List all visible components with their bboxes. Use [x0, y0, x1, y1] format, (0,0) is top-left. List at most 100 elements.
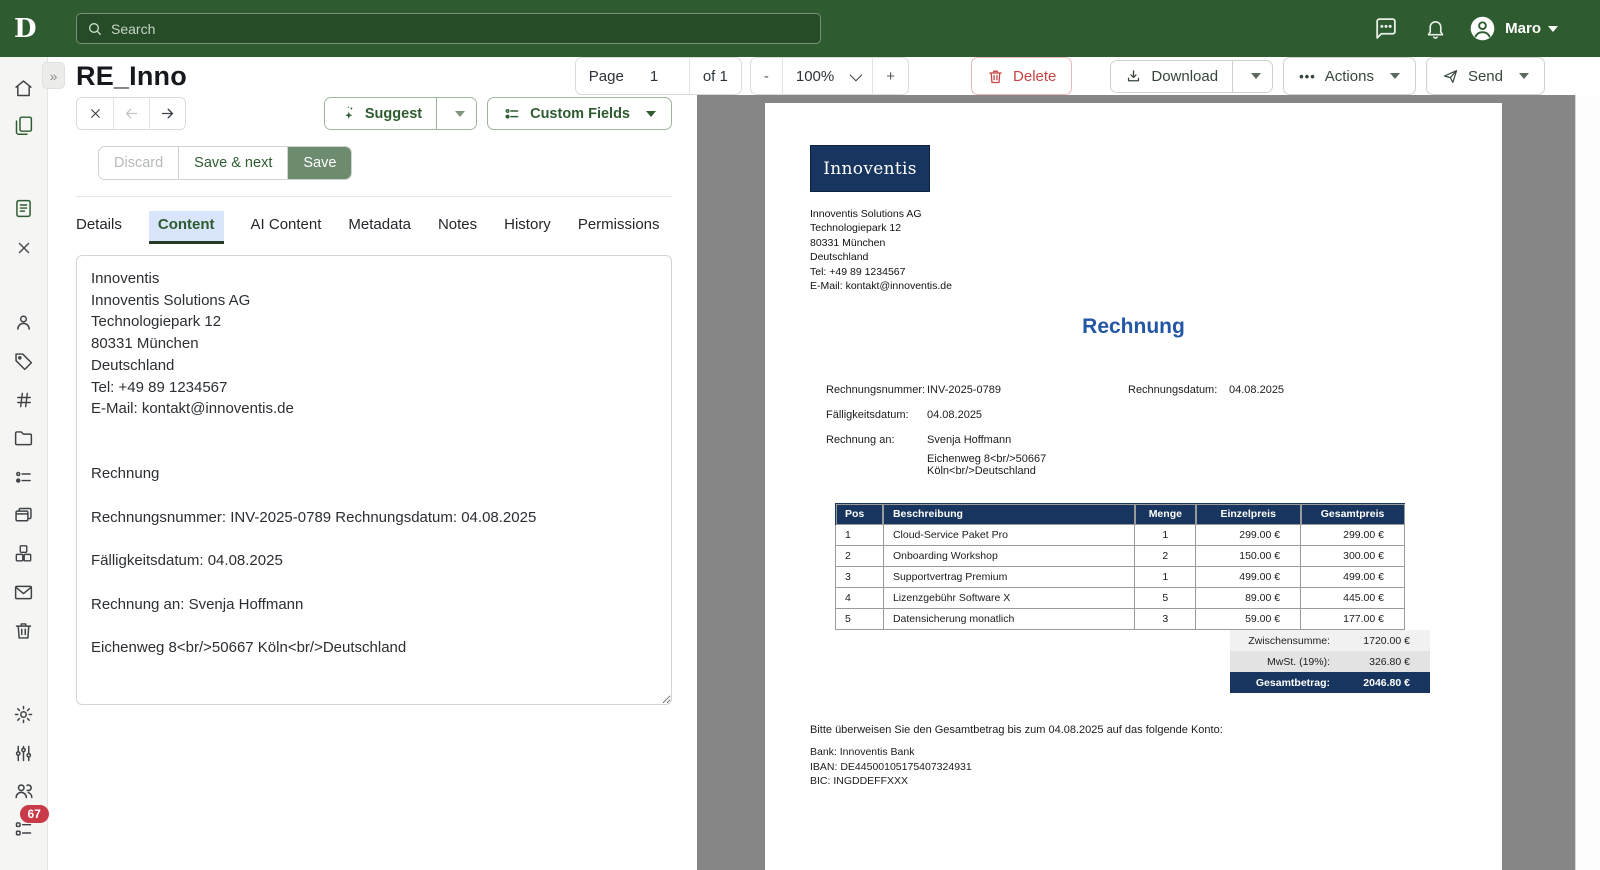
delete-button[interactable]: Delete	[971, 57, 1073, 95]
delete-label: Delete	[1013, 67, 1057, 85]
tab-history[interactable]: History	[504, 211, 551, 241]
search-input[interactable]	[111, 20, 810, 37]
sidebar-expand-button[interactable]: »	[42, 62, 65, 89]
app-logo[interactable]: D	[14, 16, 48, 42]
save-and-next-button[interactable]: Save & next	[178, 147, 288, 179]
cell: 59.00 €	[1195, 608, 1302, 631]
windows-icon[interactable]	[8, 500, 40, 530]
total-label: Gesamtbetrag:	[1255, 676, 1330, 689]
field-value: 04.08.2025	[1229, 383, 1285, 396]
company-logo: Innoventis	[810, 145, 930, 192]
user-menu[interactable]: Maro	[1469, 15, 1558, 42]
actions-button[interactable]: ••• Actions	[1283, 57, 1416, 95]
suggest-options-button[interactable]	[436, 98, 477, 129]
close-panel-icon[interactable]	[8, 233, 40, 263]
notifications-bell-icon[interactable]	[1424, 16, 1447, 42]
download-label: Download	[1151, 67, 1219, 85]
download-button[interactable]: Download	[1111, 60, 1233, 92]
arrow-left-icon	[125, 108, 138, 119]
avatar-icon	[1469, 15, 1496, 42]
discard-button[interactable]: Discard	[99, 147, 179, 179]
custom-fields-button[interactable]: Custom Fields	[487, 97, 672, 130]
caret-down-icon	[646, 110, 656, 117]
tab-content[interactable]: Content	[148, 211, 224, 241]
col-header: Menge	[1134, 503, 1197, 526]
users-icon[interactable]	[8, 776, 40, 806]
mail-icon[interactable]	[8, 577, 40, 607]
arrow-right-icon	[161, 108, 174, 119]
hash-icon[interactable]	[8, 385, 40, 415]
col-header: Einzelpreis	[1195, 503, 1302, 526]
company-logo-text: Innoventis	[823, 158, 917, 179]
cell: 3	[835, 566, 884, 589]
modules-icon[interactable]	[8, 538, 40, 568]
viewer-scrollbar-track[interactable]	[1575, 95, 1600, 870]
cell: 499.00 €	[1195, 566, 1302, 589]
cell: Supportvertrag Premium	[882, 566, 1136, 589]
messages-icon[interactable]	[1373, 16, 1398, 42]
caret-down-icon	[1389, 73, 1400, 79]
chevron-down-icon	[849, 68, 863, 81]
content-textarea[interactable]: Innoventis Innoventis Solutions AG Techn…	[76, 255, 672, 705]
contacts-icon[interactable]	[8, 307, 40, 337]
actions-label: Actions	[1324, 67, 1374, 85]
custom-fields-icon	[505, 108, 519, 119]
tab-metadata[interactable]: Metadata	[348, 211, 411, 241]
custom-fields-label: Custom Fields	[530, 105, 630, 122]
tag-icon[interactable]	[8, 346, 40, 376]
document-note-icon[interactable]	[8, 193, 40, 223]
previous-record-button[interactable]	[113, 98, 149, 129]
tab-permissions[interactable]: Permissions	[578, 211, 660, 241]
cell: Cloud-Service Paket Pro	[882, 524, 1136, 547]
topbar: D Maro	[0, 0, 1600, 57]
close-icon	[90, 109, 100, 118]
user-menu-caret-icon	[1548, 25, 1558, 32]
page-number-input[interactable]	[636, 58, 689, 94]
field-value: Eichenweg 8<br/>50667 Köln<br/>Deutschla…	[927, 452, 1047, 477]
total-value: 326.80 €	[1369, 655, 1410, 668]
zoom-out-button[interactable]: -	[750, 58, 782, 94]
cell: Onboarding Workshop	[882, 545, 1136, 568]
folder-icon[interactable]	[8, 423, 40, 453]
save-button[interactable]: Save	[287, 147, 352, 179]
tasks-icon[interactable]: 67	[8, 805, 49, 844]
cell: Datensicherung monatlich	[882, 608, 1136, 631]
tab-notes[interactable]: Notes	[438, 211, 477, 241]
zoom-in-button[interactable]: +	[872, 58, 909, 94]
search-icon	[87, 21, 103, 37]
cell: 299.00 €	[1195, 524, 1302, 547]
table-row: 3 Supportvertrag Premium 1 499.00 € 499.…	[835, 566, 1405, 589]
company-line: Innoventis Solutions AG	[810, 208, 922, 220]
table-row: 2 Onboarding Workshop 2 150.00 € 300.00 …	[835, 545, 1405, 568]
company-line: 80331 München	[810, 236, 886, 249]
send-button[interactable]: Send	[1425, 57, 1545, 95]
download-split-button: Download	[1110, 59, 1274, 93]
documents-icon[interactable]	[8, 110, 40, 140]
suggest-button[interactable]: Suggest	[324, 98, 437, 129]
field-label: Rechnungsnummer:	[826, 383, 926, 396]
line-items-table: Pos Beschreibung Menge Einzelpreis Gesam…	[835, 503, 1405, 631]
main-area: RE_Inno Page of 1 - 100% + Delete	[48, 57, 1600, 870]
zoom-controls: - 100% +	[749, 57, 910, 95]
settings-gear-icon[interactable]	[8, 699, 40, 729]
custom-fields-icon[interactable]	[8, 462, 40, 492]
trash-icon[interactable]	[8, 615, 40, 645]
caret-down-icon	[1251, 73, 1262, 79]
tab-details[interactable]: Details	[76, 211, 122, 241]
caret-down-icon	[1519, 73, 1529, 79]
field-label: Fälligkeitsdatum:	[826, 408, 909, 421]
zoom-level-value: 100%	[795, 67, 835, 85]
document-viewer[interactable]: Innoventis Innoventis Solutions AG Techn…	[697, 95, 1575, 870]
company-line: Technologiepark 12	[810, 222, 902, 235]
next-record-button[interactable]	[149, 98, 185, 129]
zoom-level-select[interactable]: 100%	[781, 58, 873, 94]
global-search[interactable]	[76, 13, 821, 44]
record-navigation	[76, 97, 186, 130]
caret-down-icon	[455, 110, 466, 117]
user-name: Maro	[1505, 20, 1541, 37]
home-icon[interactable]	[8, 73, 40, 103]
close-record-button[interactable]	[77, 98, 113, 129]
sliders-icon[interactable]	[8, 738, 40, 768]
tab-ai-content[interactable]: AI Content	[251, 211, 322, 241]
download-options-button[interactable]	[1232, 60, 1273, 92]
